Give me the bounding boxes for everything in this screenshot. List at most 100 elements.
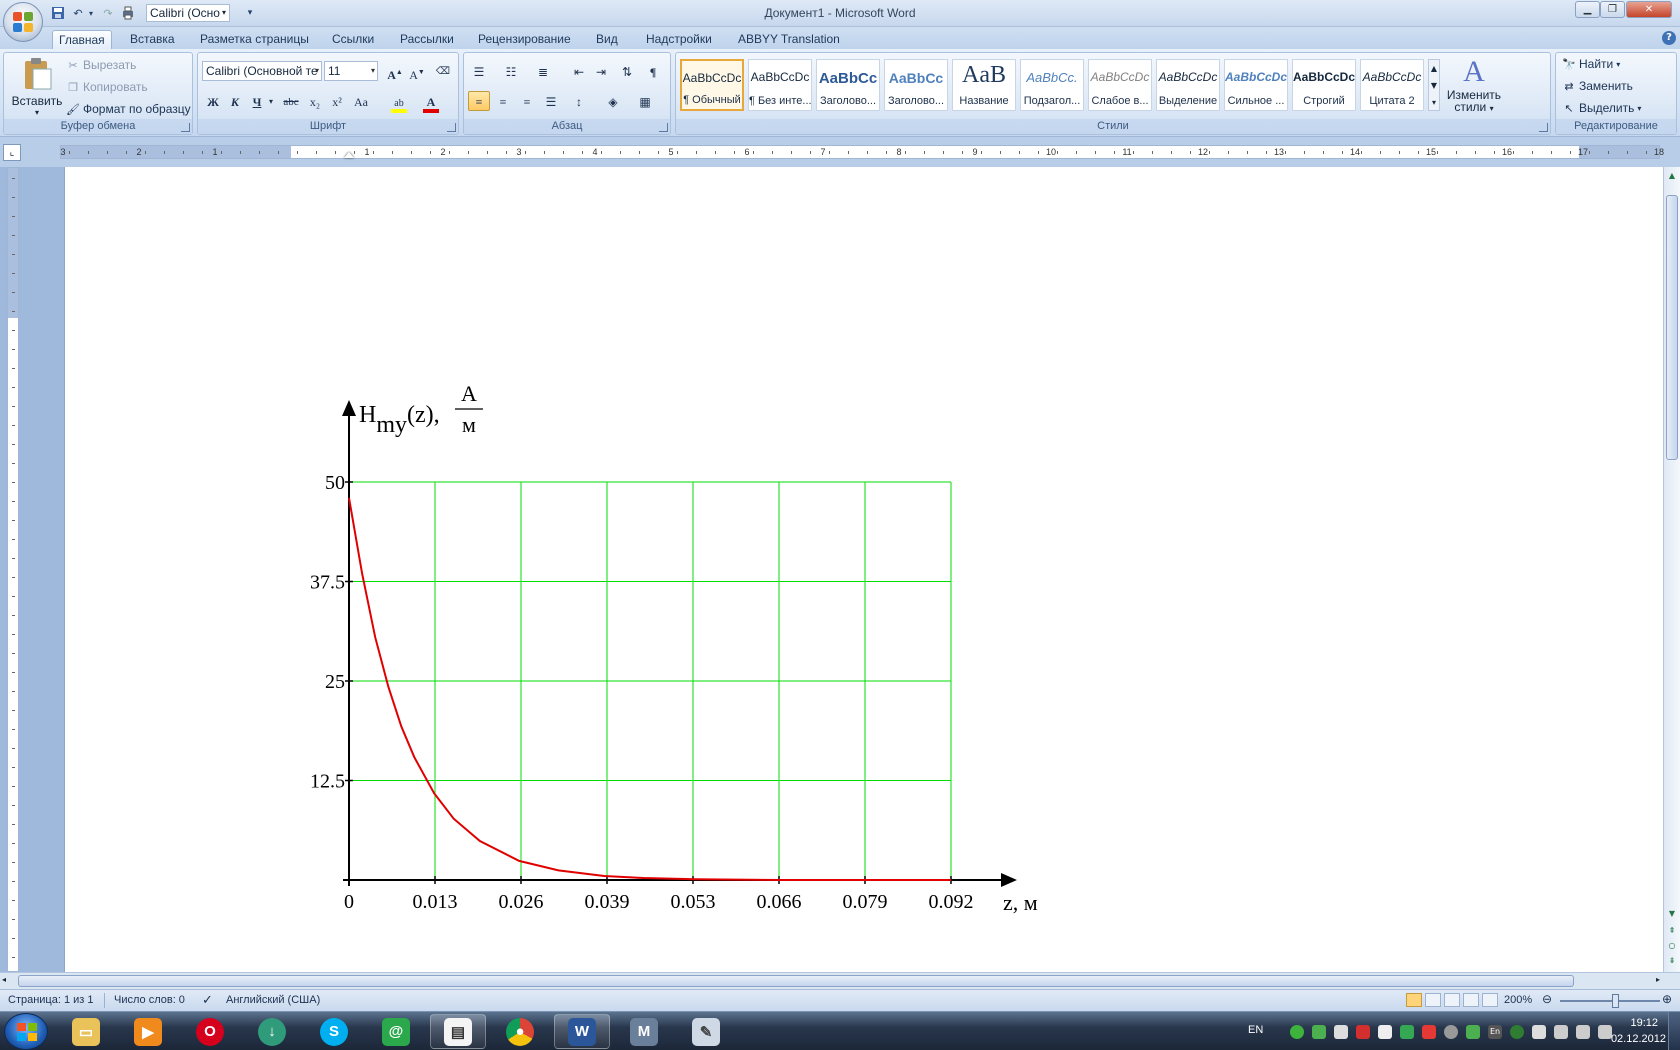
borders-button[interactable]: ▦ bbox=[634, 91, 656, 111]
tray-speaker-muted-icon[interactable] bbox=[1422, 1025, 1436, 1039]
dialog-launcher-icon[interactable] bbox=[447, 123, 456, 132]
shrink-font-button[interactable]: A▼ bbox=[406, 61, 428, 82]
select-button[interactable]: ↖ Выделить ▾ bbox=[1562, 99, 1641, 118]
tray-sync-icon[interactable] bbox=[1400, 1025, 1414, 1039]
zoom-out-icon[interactable]: ⊖ bbox=[1542, 992, 1552, 1006]
show-desktop-button[interactable] bbox=[1668, 1012, 1680, 1050]
taskbar-mail-agent[interactable]: @ bbox=[368, 1014, 424, 1049]
shading-button[interactable]: ◈ bbox=[602, 91, 624, 111]
style-quote-2[interactable]: AaBbCcDc Цитата 2 bbox=[1360, 59, 1424, 111]
style-strong[interactable]: AaBbCcDc Строгий bbox=[1292, 59, 1356, 111]
decrease-indent-button[interactable]: ⇤ bbox=[568, 61, 590, 81]
tray-flag-icon[interactable] bbox=[1378, 1025, 1392, 1039]
cut-button[interactable]: ✂ Вырезать bbox=[66, 56, 136, 75]
bold-button[interactable]: Ж bbox=[202, 91, 224, 111]
superscript-button[interactable]: x² bbox=[326, 91, 348, 111]
tab-review[interactable]: Рецензирование bbox=[472, 30, 577, 49]
style-title[interactable]: AaB Название bbox=[952, 59, 1016, 111]
tray-cloud-icon[interactable] bbox=[1334, 1025, 1348, 1039]
subscript-button[interactable]: x₂ bbox=[304, 91, 326, 111]
vertical-ruler[interactable] bbox=[7, 167, 19, 972]
show-marks-button[interactable]: ¶ bbox=[642, 61, 664, 81]
horizontal-scroll-thumb[interactable] bbox=[18, 975, 1574, 987]
style-emphasis[interactable]: AaBbCcDc Выделение bbox=[1156, 59, 1220, 111]
italic-button[interactable]: К bbox=[224, 91, 246, 111]
dialog-launcher-icon[interactable] bbox=[659, 123, 668, 132]
document-page[interactable]: 0 0.013 0.026 0.039 0.053 0.066 0.079 0.092 12.5… bbox=[64, 167, 1664, 972]
sort-button[interactable]: ⇅ bbox=[616, 61, 638, 81]
taskbar-mathcad[interactable]: M bbox=[616, 1014, 672, 1049]
plot[interactable]: 0 0.013 0.026 0.039 0.053 0.066 0.079 0.092 12.5… bbox=[65, 167, 1665, 972]
clock-time[interactable]: 19:12 bbox=[1630, 1017, 1658, 1029]
style-heading-1[interactable]: AaBbCc Заголово... bbox=[816, 59, 880, 111]
taskbar-word[interactable]: W bbox=[554, 1014, 610, 1049]
taskbar-paint[interactable]: ✎ bbox=[678, 1014, 734, 1049]
grow-font-button[interactable]: A▲ bbox=[384, 61, 406, 82]
style-subtitle[interactable]: AaBbCc. Подзагол... bbox=[1020, 59, 1084, 111]
tray-keyboard-icon[interactable]: En bbox=[1488, 1025, 1502, 1039]
horizontal-scrollbar[interactable]: ◂ ▸ bbox=[0, 972, 1680, 989]
find-button[interactable]: 🔭 Найти ▾ bbox=[1562, 55, 1620, 74]
taskbar-downloader[interactable]: ↓ bbox=[244, 1014, 300, 1049]
draft-icon[interactable] bbox=[1482, 993, 1498, 1007]
taskbar-opera[interactable]: O bbox=[182, 1014, 238, 1049]
language-indicator[interactable]: Английский (США) bbox=[226, 994, 320, 1006]
help-icon[interactable]: ? bbox=[1662, 31, 1676, 45]
minimize-button[interactable]: ▁ bbox=[1575, 1, 1600, 18]
page-count[interactable]: Страница: 1 из 1 bbox=[8, 994, 94, 1006]
align-left-button[interactable]: ≡ bbox=[468, 91, 490, 111]
multilevel-list-button[interactable]: ≣ bbox=[532, 61, 554, 81]
highlight-button[interactable]: ab bbox=[388, 91, 410, 113]
change-styles-button[interactable]: A Изменить стили ▾ bbox=[1446, 55, 1502, 117]
browse-object-icon[interactable]: ○ bbox=[1666, 939, 1678, 953]
tab-view[interactable]: Вид bbox=[590, 30, 624, 49]
style-subtle-emphasis[interactable]: AaBbCcDc Слабое в... bbox=[1088, 59, 1152, 111]
scroll-right-icon[interactable]: ▸ bbox=[1656, 975, 1660, 984]
tray-torrent-icon[interactable] bbox=[1510, 1025, 1524, 1039]
tray-antivirus-icon[interactable] bbox=[1356, 1025, 1370, 1039]
tab-references[interactable]: Ссылки bbox=[326, 30, 380, 49]
web-layout-icon[interactable] bbox=[1444, 993, 1460, 1007]
vertical-scroll-thumb[interactable] bbox=[1666, 195, 1678, 460]
paste-button[interactable]: Вставить ▾ bbox=[10, 57, 64, 117]
zoom-level[interactable]: 200% bbox=[1504, 994, 1532, 1006]
clock-date[interactable]: 02.12.2012 bbox=[1611, 1033, 1666, 1045]
proofing-icon[interactable]: ✓ bbox=[202, 992, 213, 1008]
scroll-up-icon[interactable]: ▲ bbox=[1666, 169, 1678, 183]
change-case-button[interactable]: Aa bbox=[350, 91, 372, 111]
prev-page-icon[interactable]: ⇞ bbox=[1666, 924, 1678, 938]
tray-app3-icon[interactable] bbox=[1466, 1025, 1480, 1039]
underline-dropdown-icon[interactable]: ▾ bbox=[266, 91, 276, 111]
dialog-launcher-icon[interactable] bbox=[181, 123, 190, 132]
bullets-button[interactable]: ☰ bbox=[468, 61, 490, 81]
tray-power-icon[interactable] bbox=[1598, 1025, 1612, 1039]
taskbar-calendar[interactable]: ▤ bbox=[430, 1014, 486, 1049]
taskbar-skype[interactable]: S bbox=[306, 1014, 362, 1049]
font-name-combo[interactable]: Calibri (Основной те ▾ bbox=[202, 61, 322, 81]
indent-marker[interactable] bbox=[344, 152, 354, 158]
styles-scroll[interactable]: ▲ ▼ ▾ bbox=[1428, 59, 1440, 111]
style-heading-2[interactable]: AaBbCc Заголово... bbox=[884, 59, 948, 111]
style-no-spacing[interactable]: AaBbCcDc ¶ Без инте... bbox=[748, 59, 812, 111]
tab-insert[interactable]: Вставка bbox=[124, 30, 181, 49]
tray-app2-icon[interactable] bbox=[1444, 1025, 1458, 1039]
font-color-button[interactable]: A bbox=[420, 91, 442, 113]
start-button[interactable] bbox=[4, 1013, 48, 1050]
replace-button[interactable]: ⇄ Заменить bbox=[1562, 77, 1633, 96]
tray-download-icon[interactable] bbox=[1312, 1025, 1326, 1039]
next-page-icon[interactable]: ⇟ bbox=[1666, 954, 1678, 968]
full-screen-reading-icon[interactable] bbox=[1425, 993, 1441, 1007]
scroll-down-icon[interactable]: ▼ bbox=[1666, 907, 1678, 921]
justify-button[interactable]: ☰ bbox=[540, 91, 562, 111]
taskbar-explorer[interactable]: ▭ bbox=[58, 1014, 114, 1049]
zoom-in-icon[interactable]: ⊕ bbox=[1662, 992, 1672, 1006]
tray-flag2-icon[interactable] bbox=[1532, 1025, 1546, 1039]
increase-indent-button[interactable]: ⇥ bbox=[590, 61, 612, 81]
tab-addins[interactable]: Надстройки bbox=[640, 30, 718, 49]
word-count[interactable]: Число слов: 0 bbox=[114, 994, 185, 1006]
font-size-combo[interactable]: 11 ▾ bbox=[324, 61, 378, 81]
strikethrough-button[interactable]: abc bbox=[280, 91, 302, 111]
tab-abbyy[interactable]: ABBYY Translation bbox=[732, 30, 846, 49]
tab-selector[interactable]: ⌞ bbox=[3, 144, 21, 161]
taskbar-chrome[interactable]: ● bbox=[492, 1014, 548, 1049]
